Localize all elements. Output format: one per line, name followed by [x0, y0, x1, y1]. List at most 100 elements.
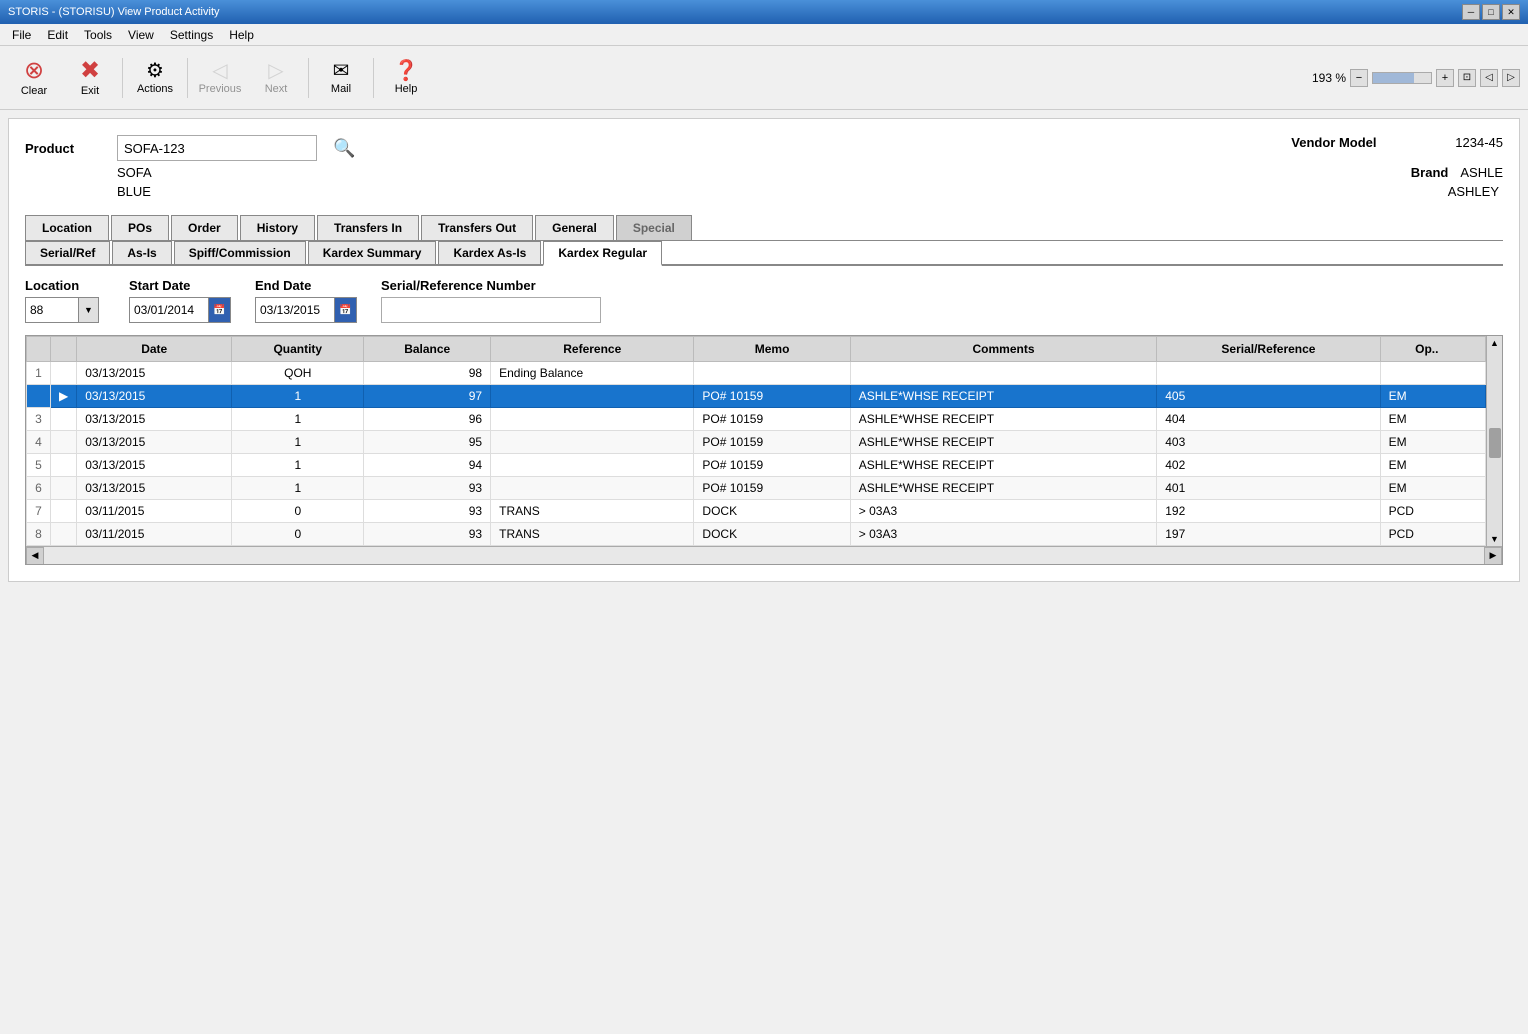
memo-cell	[694, 362, 850, 385]
subtab-spiff[interactable]: Spiff/Commission	[174, 241, 306, 264]
vertical-scrollbar[interactable]: ▲ ▼	[1486, 336, 1502, 546]
zoom-prev-button[interactable]: ◁	[1480, 69, 1498, 87]
zoom-in-button[interactable]: +	[1436, 69, 1454, 87]
table-row[interactable]: 503/13/2015194PO# 10159ASHLE*WHSE RECEIP…	[27, 454, 1486, 477]
col-memo[interactable]: Memo	[694, 337, 850, 362]
next-icon: ▷	[268, 61, 283, 81]
row-marker-cell	[51, 408, 77, 431]
vendor-model-field: Vendor Model 1234-45	[1291, 135, 1503, 150]
table-row[interactable]: 403/13/2015195PO# 10159ASHLE*WHSE RECEIP…	[27, 431, 1486, 454]
menu-settings[interactable]: Settings	[162, 26, 221, 44]
tab-order[interactable]: Order	[171, 215, 238, 240]
tab-transfers-in[interactable]: Transfers In	[317, 215, 419, 240]
clear-button[interactable]: ⊗ Clear	[8, 52, 60, 104]
tab-pos[interactable]: POs	[111, 215, 169, 240]
serial-ref-cell: 404	[1157, 408, 1380, 431]
scroll-down-arrow[interactable]: ▼	[1490, 534, 1499, 544]
op-cell: EM	[1380, 408, 1485, 431]
subtab-kardex-regular[interactable]: Kardex Regular	[543, 241, 662, 266]
col-reference[interactable]: Reference	[491, 337, 694, 362]
col-quantity[interactable]: Quantity	[232, 337, 364, 362]
scroll-thumb[interactable]	[1489, 428, 1501, 458]
title-bar: STORIS - (STORISU) View Product Activity…	[0, 0, 1528, 24]
row-num-cell: 4	[27, 431, 51, 454]
exit-label: Exit	[81, 85, 99, 97]
serial-ref-cell: 405	[1157, 385, 1380, 408]
start-date-calendar-button[interactable]: 📅	[209, 297, 231, 323]
scroll-up-arrow[interactable]: ▲	[1490, 338, 1499, 348]
menu-edit[interactable]: Edit	[39, 26, 76, 44]
subtab-kardex-as-is[interactable]: Kardex As-Is	[438, 241, 541, 264]
quantity-cell: 1	[232, 454, 364, 477]
subtab-serial-ref[interactable]: Serial/Ref	[25, 241, 110, 264]
date-cell: 03/13/2015	[77, 362, 232, 385]
previous-icon: ◁	[212, 61, 227, 81]
table-row[interactable]: 803/11/2015093TRANSDOCK> 03A3197PCD	[27, 523, 1486, 546]
subtab-kardex-summary[interactable]: Kardex Summary	[308, 241, 437, 264]
close-button[interactable]: ✕	[1502, 4, 1520, 20]
help-button[interactable]: ❓ Help	[380, 52, 432, 104]
vendor-model-value: 1234-45	[1455, 135, 1503, 150]
col-serial-ref[interactable]: Serial/Reference	[1157, 337, 1380, 362]
table-body: 103/13/2015QOH98Ending Balance▶03/13/201…	[27, 362, 1486, 546]
tab-history[interactable]: History	[240, 215, 315, 240]
location-dropdown-button[interactable]: ▼	[79, 297, 99, 323]
horizontal-scrollbar[interactable]: ◀ ▶	[26, 546, 1502, 564]
row-marker-cell: ▶	[51, 385, 77, 408]
product-input[interactable]	[117, 135, 317, 161]
end-date-input[interactable]	[255, 297, 335, 323]
exit-icon: ✖	[80, 59, 100, 83]
serial-ref-input[interactable]	[381, 297, 601, 323]
maximize-button[interactable]: □	[1482, 4, 1500, 20]
subtab-as-is[interactable]: As-Is	[112, 241, 171, 264]
end-date-label: End Date	[255, 278, 357, 293]
menu-help[interactable]: Help	[221, 26, 262, 44]
table-row[interactable]: 103/13/2015QOH98Ending Balance	[27, 362, 1486, 385]
comments-cell: ASHLE*WHSE RECEIPT	[850, 385, 1157, 408]
col-row-num	[27, 337, 51, 362]
product-search-button[interactable]: 🔍	[329, 138, 359, 159]
zoom-control: 193 % − + ⊡ ◁ ▷	[1312, 69, 1520, 87]
row-num-cell: 1	[27, 362, 51, 385]
zoom-slider[interactable]	[1372, 72, 1432, 84]
exit-button[interactable]: ✖ Exit	[64, 52, 116, 104]
brand-field: Brand ASHLE	[1388, 165, 1503, 180]
tab-location[interactable]: Location	[25, 215, 109, 240]
actions-button[interactable]: ⚙ Actions	[129, 52, 181, 104]
tab-special[interactable]: Special	[616, 215, 692, 240]
zoom-out-button[interactable]: −	[1350, 69, 1368, 87]
zoom-fit-button[interactable]: ⊡	[1458, 69, 1476, 87]
op-cell: EM	[1380, 454, 1485, 477]
scroll-right-arrow[interactable]: ▶	[1484, 547, 1502, 565]
actions-icon: ⚙	[146, 61, 164, 81]
product-label: Product	[25, 141, 105, 156]
menu-file[interactable]: File	[4, 26, 39, 44]
start-date-input[interactable]	[129, 297, 209, 323]
end-date-calendar-button[interactable]: 📅	[335, 297, 357, 323]
reference-cell	[491, 431, 694, 454]
col-comments[interactable]: Comments	[850, 337, 1157, 362]
tab-transfers-out[interactable]: Transfers Out	[421, 215, 533, 240]
memo-cell: DOCK	[694, 500, 850, 523]
table-row[interactable]: 603/13/2015193PO# 10159ASHLE*WHSE RECEIP…	[27, 477, 1486, 500]
reference-cell	[491, 408, 694, 431]
location-input[interactable]	[25, 297, 79, 323]
memo-cell: DOCK	[694, 523, 850, 546]
mail-button[interactable]: ✉ Mail	[315, 52, 367, 104]
col-op[interactable]: Op..	[1380, 337, 1485, 362]
zoom-next-button[interactable]: ▷	[1502, 69, 1520, 87]
table-row[interactable]: 703/11/2015093TRANSDOCK> 03A3192PCD	[27, 500, 1486, 523]
col-date[interactable]: Date	[77, 337, 232, 362]
table-row[interactable]: ▶03/13/2015197PO# 10159ASHLE*WHSE RECEIP…	[27, 385, 1486, 408]
date-cell: 03/13/2015	[77, 385, 232, 408]
table-row[interactable]: 303/13/2015196PO# 10159ASHLE*WHSE RECEIP…	[27, 408, 1486, 431]
minimize-button[interactable]: ─	[1462, 4, 1480, 20]
menu-tools[interactable]: Tools	[76, 26, 120, 44]
help-icon: ❓	[394, 61, 419, 81]
col-balance[interactable]: Balance	[364, 337, 491, 362]
scroll-track[interactable]	[44, 547, 1484, 564]
scroll-left-arrow[interactable]: ◀	[26, 547, 44, 565]
menu-view[interactable]: View	[120, 26, 162, 44]
toolbar-sep-3	[308, 58, 309, 98]
tab-general[interactable]: General	[535, 215, 614, 240]
